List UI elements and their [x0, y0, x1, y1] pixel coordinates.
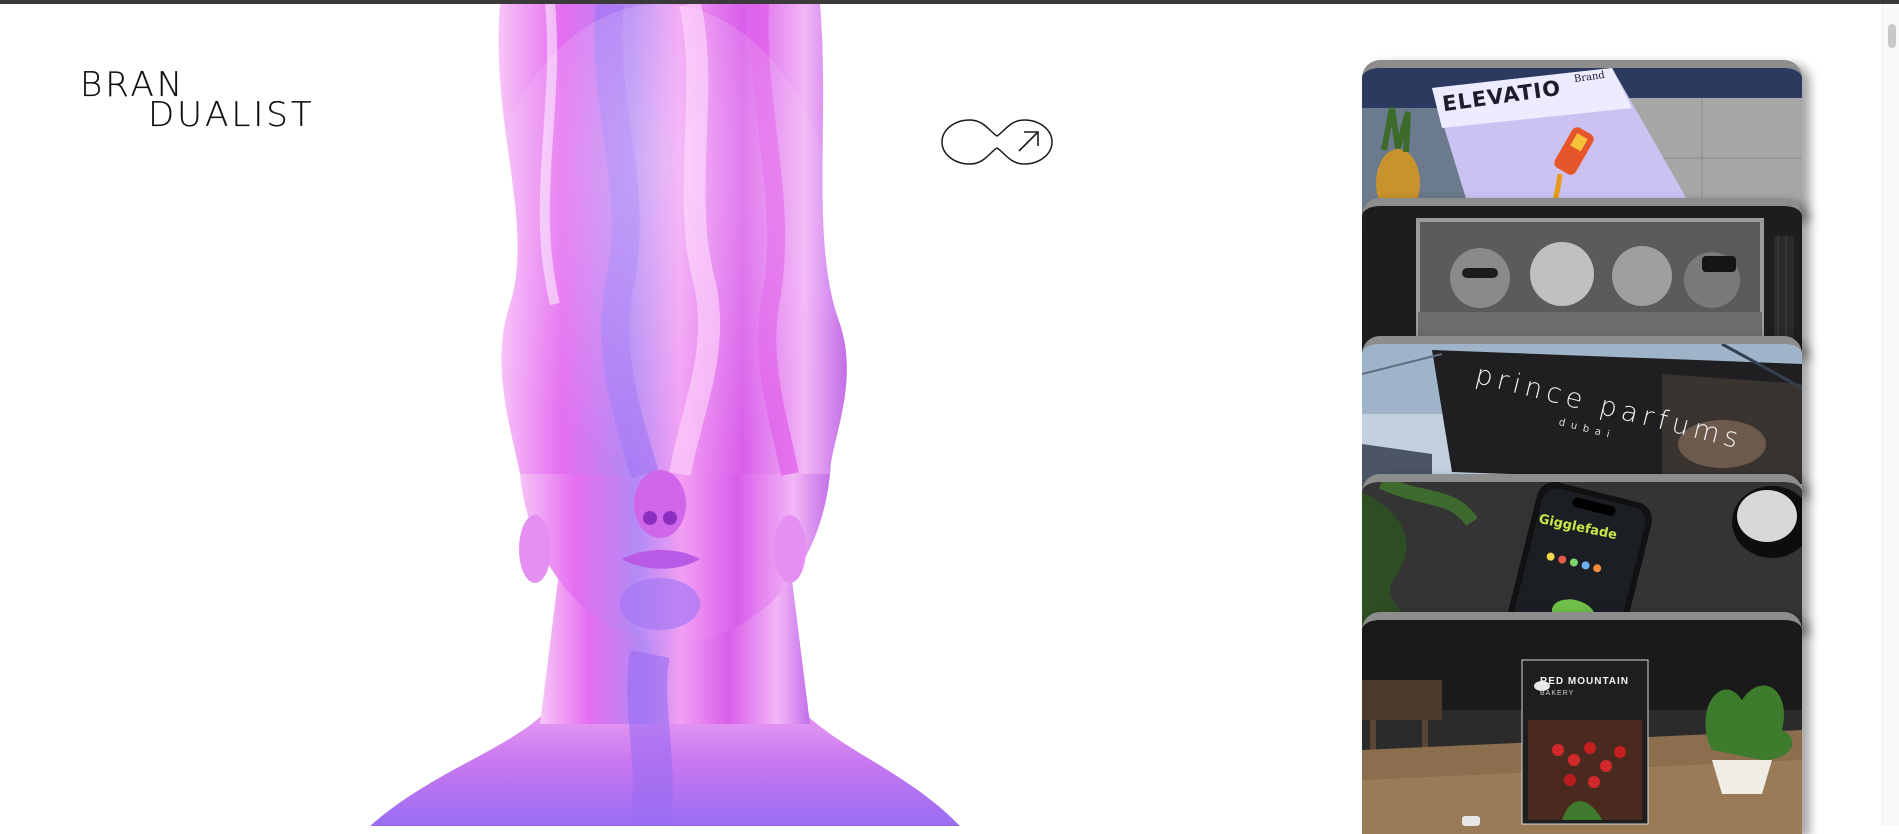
hero-chrome-figure	[360, 1, 960, 830]
project-card-red-mountain[interactable]: RED MOUNTAIN BAKERY	[1362, 612, 1802, 834]
project-card-stack: ELEVATIO Brand prince parfums dubai Gigg…	[1362, 60, 1804, 834]
project-card-elevation[interactable]: ELEVATIO Brand	[1362, 60, 1802, 218]
project-card-frog-app[interactable]: Gigglefade	[1362, 474, 1802, 632]
project-card-prince-parfums[interactable]: prince parfums dubai	[1362, 336, 1802, 494]
arrow-up-right-icon	[1018, 131, 1039, 152]
page-scrollbar[interactable]	[1882, 4, 1899, 826]
scrollbar-thumb[interactable]	[1888, 24, 1896, 48]
project-card-title: RED MOUNTAIN	[1540, 676, 1630, 687]
cta-infinity-button[interactable]	[940, 118, 1054, 166]
project-card-subtitle: BAKERY	[1540, 690, 1575, 697]
brand-logo[interactable]: BRAN DUALIST	[80, 68, 352, 132]
logo-line-2: DUALIST	[148, 95, 315, 135]
project-card-band-billboard[interactable]	[1362, 198, 1802, 356]
